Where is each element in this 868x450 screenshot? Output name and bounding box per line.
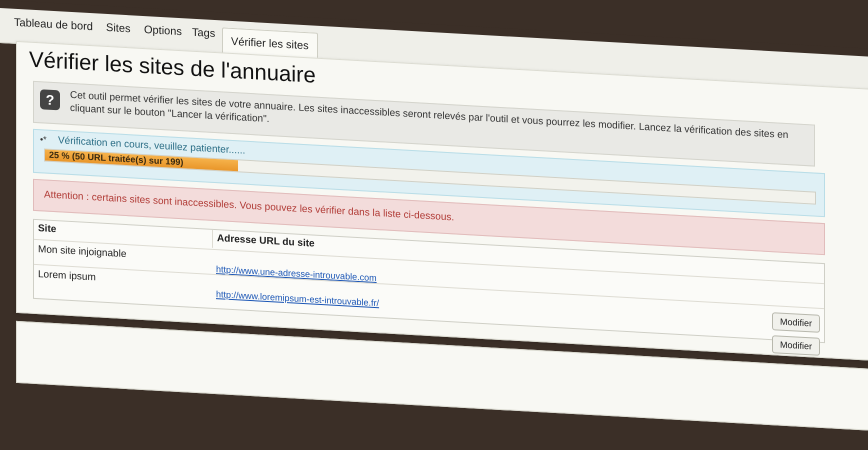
main-panel: Vérifier les sites de l'annuaire ? Cet o… [16, 40, 868, 363]
tab-tags[interactable]: Tags [184, 20, 223, 46]
tab-dashboard[interactable]: Tableau de bord [6, 10, 101, 39]
tab-sites[interactable]: Sites [98, 15, 138, 41]
modify-button[interactable]: Modifier [772, 335, 820, 356]
site-url-link[interactable]: http://www.loremipsum-est-introuvable.fr… [216, 289, 379, 308]
page-scene: Tableau de bord Sites Options Tags Vérif… [0, 0, 868, 450]
site-name: Lorem ipsum [38, 269, 96, 284]
progress-label: 25 % (50 URL traitée(s) sur 199) [49, 149, 184, 168]
site-name: Mon site injoignable [38, 244, 127, 261]
modify-button[interactable]: Modifier [772, 312, 820, 333]
tab-options[interactable]: Options [136, 18, 190, 45]
alert-text: Attention : certains sites sont inaccess… [44, 189, 455, 224]
question-icon: ? [40, 89, 60, 111]
spinner-icon: •* [40, 134, 47, 145]
